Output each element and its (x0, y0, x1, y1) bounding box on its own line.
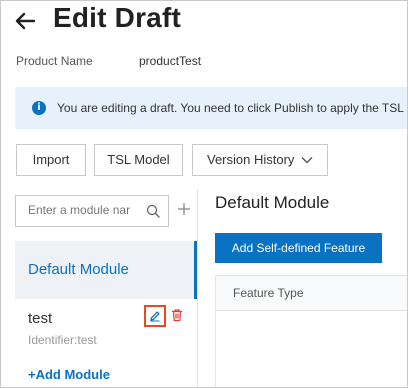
search-icon[interactable] (146, 204, 160, 218)
module-title: Default Module (215, 193, 330, 212)
module-item-label: test (28, 310, 53, 327)
edit-module-button[interactable] (144, 305, 166, 327)
page-title: Edit Draft (53, 2, 181, 33)
feature-table: Feature Type (215, 275, 407, 387)
module-search-input[interactable] (28, 203, 136, 217)
product-name-value: productTest (139, 54, 202, 68)
table-header: Feature Type (216, 276, 407, 311)
module-item-test[interactable]: test Identifier:test (15, 301, 197, 353)
chevron-down-icon (301, 157, 313, 164)
add-module-plus-icon[interactable] (177, 202, 191, 216)
version-history-dropdown[interactable]: Version History (192, 144, 328, 176)
edit-draft-page: Edit Draft Product Name productTest i Yo… (0, 0, 408, 388)
info-icon: i (32, 101, 46, 115)
draft-notice-banner: i You are editing a draft. You need to c… (15, 87, 408, 129)
module-item-label: Default Module (28, 261, 129, 278)
back-arrow-icon[interactable] (13, 9, 37, 33)
product-name-label: Product Name (16, 54, 93, 68)
column-header-feature-type: Feature Type (233, 286, 304, 300)
version-history-label: Version History (207, 152, 295, 167)
module-item-default[interactable]: Default Module (15, 241, 197, 299)
trash-icon[interactable] (170, 308, 184, 322)
notice-text: You are editing a draft. You need to cli… (57, 101, 408, 115)
module-search-box (15, 195, 169, 227)
import-button[interactable]: Import (16, 144, 86, 176)
module-identifier: Identifier:test (28, 333, 97, 347)
add-self-defined-feature-button[interactable]: Add Self-defined Feature (215, 233, 382, 263)
add-module-link[interactable]: +Add Module (28, 367, 110, 382)
tsl-model-button[interactable]: TSL Model (94, 144, 183, 176)
pencil-icon (150, 311, 160, 322)
module-sidebar: Default Module test Identifier:test +Add… (15, 189, 198, 387)
